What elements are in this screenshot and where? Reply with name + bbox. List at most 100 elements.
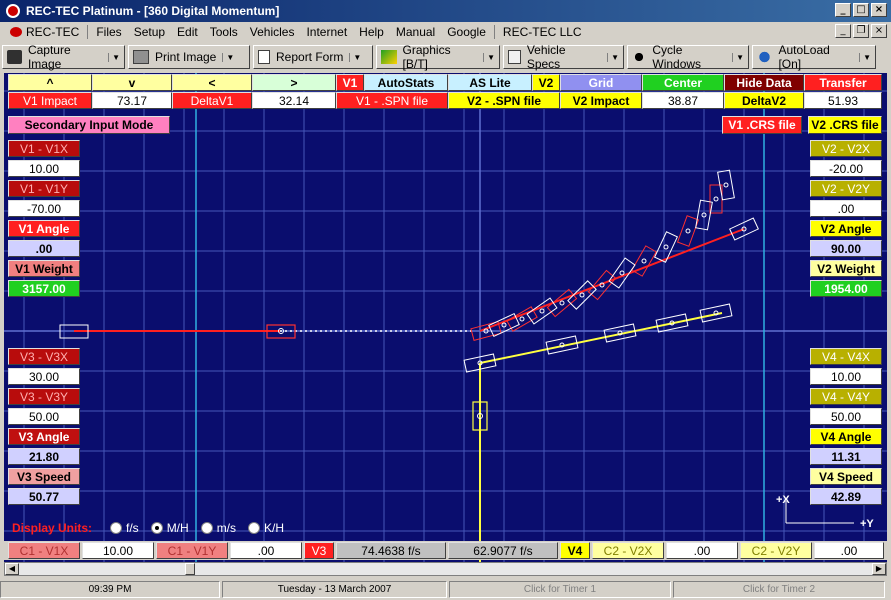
c2-v2x-label: C2 - V2X [592, 542, 664, 559]
c1-v1y-input[interactable]: .00 [230, 542, 302, 559]
pan-up-button[interactable]: ^ [8, 74, 92, 91]
scroll-thumb[interactable] [185, 563, 195, 575]
specs-sheet-icon [508, 50, 521, 64]
v2-v2x-label: V2 - V2X [810, 140, 882, 157]
v3-vehicle-position-marker [579, 292, 585, 298]
v2-spn-file-button[interactable]: V2 - .SPN file [448, 92, 560, 109]
chevron-down-icon[interactable]: ▼ [483, 52, 495, 62]
report-form-button[interactable]: Report Form ▼ [253, 45, 373, 69]
menu-files[interactable]: Files [90, 25, 127, 39]
v2-weight-label: V2 Weight [810, 260, 882, 277]
v2-v2y-input[interactable]: .00 [810, 200, 882, 217]
v3-vehicle-position-marker [559, 300, 565, 306]
menu-setup[interactable]: Setup [128, 25, 171, 39]
v3-v3x-input[interactable]: 30.00 [8, 368, 80, 385]
menu-internet[interactable]: Internet [300, 25, 353, 39]
menu-vehicles[interactable]: Vehicles [244, 25, 301, 39]
graphics-icon [381, 50, 397, 64]
menu-manual[interactable]: Manual [390, 25, 441, 39]
units-fs-radio[interactable] [110, 522, 123, 534]
units-ms-radio[interactable] [200, 522, 213, 534]
transfer-button[interactable]: Transfer [804, 74, 882, 91]
chevron-down-icon[interactable]: ▼ [349, 52, 361, 62]
units-kh-radio[interactable] [248, 522, 261, 534]
as-lite-button[interactable]: AS Lite [448, 74, 532, 91]
cycle-windows-button[interactable]: Cycle Windows ▼ [627, 43, 749, 71]
menu-google[interactable]: Google [441, 25, 492, 39]
v3-vehicle-position-marker [641, 258, 647, 264]
menu-rectec[interactable]: REC-TEC [4, 25, 85, 39]
chevron-down-icon[interactable]: ▼ [222, 52, 234, 62]
globe-icon [757, 50, 773, 64]
child-restore-icon[interactable]: ❐ [853, 24, 869, 38]
v3-tag: V3 [304, 542, 334, 559]
pan-left-button[interactable]: < [172, 74, 252, 91]
x-axis-label: +X [776, 494, 790, 506]
menu-rectec-llc[interactable]: REC-TEC LLC [497, 25, 588, 39]
child-close-icon[interactable]: × [871, 24, 887, 38]
scroll-left-icon[interactable]: ◀ [5, 563, 19, 575]
v1-weight-input[interactable]: 3157.00 [8, 280, 80, 297]
hide-data-button[interactable]: Hide Data [724, 74, 804, 91]
grid-button[interactable]: Grid [560, 74, 642, 91]
v3-v3y-input[interactable]: 50.00 [8, 408, 80, 425]
v4-v4x-label: V4 - V4X [810, 348, 882, 365]
v1-v1x-input[interactable]: 10.00 [8, 160, 80, 177]
c2-v2y-input[interactable]: .00 [814, 542, 884, 559]
v2-button[interactable]: V2 [532, 74, 560, 91]
v1-v1y-input[interactable]: -70.00 [8, 200, 80, 217]
scroll-right-icon[interactable]: ▶ [872, 563, 886, 575]
pan-down-button[interactable]: v [92, 74, 172, 91]
horizontal-scrollbar[interactable]: ◀ ▶ [4, 562, 887, 576]
vehicle-specs-button[interactable]: Vehicle Specs ▼ [503, 43, 624, 71]
v2-crs-file-button[interactable]: V2 .CRS file [808, 116, 882, 134]
y-axis-label: +Y [860, 518, 874, 530]
menu-edit[interactable]: Edit [171, 25, 204, 39]
c2-v2x-input[interactable]: .00 [666, 542, 738, 559]
units-mh-radio[interactable] [150, 522, 163, 534]
timer1-button[interactable]: Click for Timer 1 [449, 581, 671, 598]
print-image-button[interactable]: Print Image ▼ [128, 45, 250, 69]
v3-speed-label: V3 Speed [8, 468, 80, 485]
center-button[interactable]: Center [642, 74, 724, 91]
v4-v4y-input[interactable]: 50.00 [810, 408, 882, 425]
v1-crs-file-button[interactable]: V1 .CRS file [722, 116, 802, 134]
secondary-input-mode-button[interactable]: Secondary Input Mode [8, 116, 170, 134]
chevron-down-icon[interactable]: ▼ [607, 52, 619, 62]
pan-right-button[interactable]: > [252, 74, 336, 91]
v3-vehicle-position-marker [685, 228, 691, 234]
graphics-button[interactable]: Graphics [B/T] ▼ [376, 43, 500, 71]
v2-v2x-input[interactable]: -20.00 [810, 160, 882, 177]
deltav2-value: 51.93 [804, 92, 882, 109]
v2-angle-input[interactable]: 90.00 [810, 240, 882, 257]
chevron-down-icon[interactable]: ▼ [859, 52, 871, 62]
autostats-button[interactable]: AutoStats [364, 74, 448, 91]
close-icon[interactable]: × [871, 3, 887, 17]
child-minimize-icon[interactable]: _ [835, 24, 851, 38]
v4-angle-input[interactable]: 11.31 [810, 448, 882, 465]
capture-image-button[interactable]: Capture Image ▼ [2, 43, 125, 71]
v2-weight-input[interactable]: 1954.00 [810, 280, 882, 297]
v3-v3y-label: V3 - V3Y [8, 388, 80, 405]
v2-angle-label: V2 Angle [810, 220, 882, 237]
v1-spn-file-button[interactable]: V1 - .SPN file [336, 92, 448, 109]
autoload-button[interactable]: AutoLoad [On] ▼ [752, 43, 876, 71]
v4-speed-label: V4 Speed [810, 468, 882, 485]
chevron-down-icon[interactable]: ▼ [108, 52, 120, 62]
v1-button[interactable]: V1 [336, 74, 364, 91]
v3-angle-input[interactable]: 21.80 [8, 448, 80, 465]
minimize-icon[interactable]: _ [835, 3, 851, 17]
deltav1-value: 32.14 [252, 92, 336, 109]
menu-help[interactable]: Help [353, 25, 390, 39]
v4-v4x-input[interactable]: 10.00 [810, 368, 882, 385]
maximize-icon[interactable]: □ [853, 3, 869, 17]
v1-weight-label: V1 Weight [8, 260, 80, 277]
v4-speed-fs: 62.9077 f/s [448, 542, 558, 559]
binoculars-icon [632, 50, 647, 64]
c1-v1x-input[interactable]: 10.00 [82, 542, 154, 559]
momentum-canvas[interactable]: ^ v < > V1 AutoStats AS Lite V2 Grid Cen… [4, 73, 887, 563]
chevron-down-icon[interactable]: ▼ [732, 52, 744, 62]
v1-angle-input[interactable]: .00 [8, 240, 80, 257]
menu-tools[interactable]: Tools [204, 25, 244, 39]
timer2-button[interactable]: Click for Timer 2 [673, 581, 885, 598]
